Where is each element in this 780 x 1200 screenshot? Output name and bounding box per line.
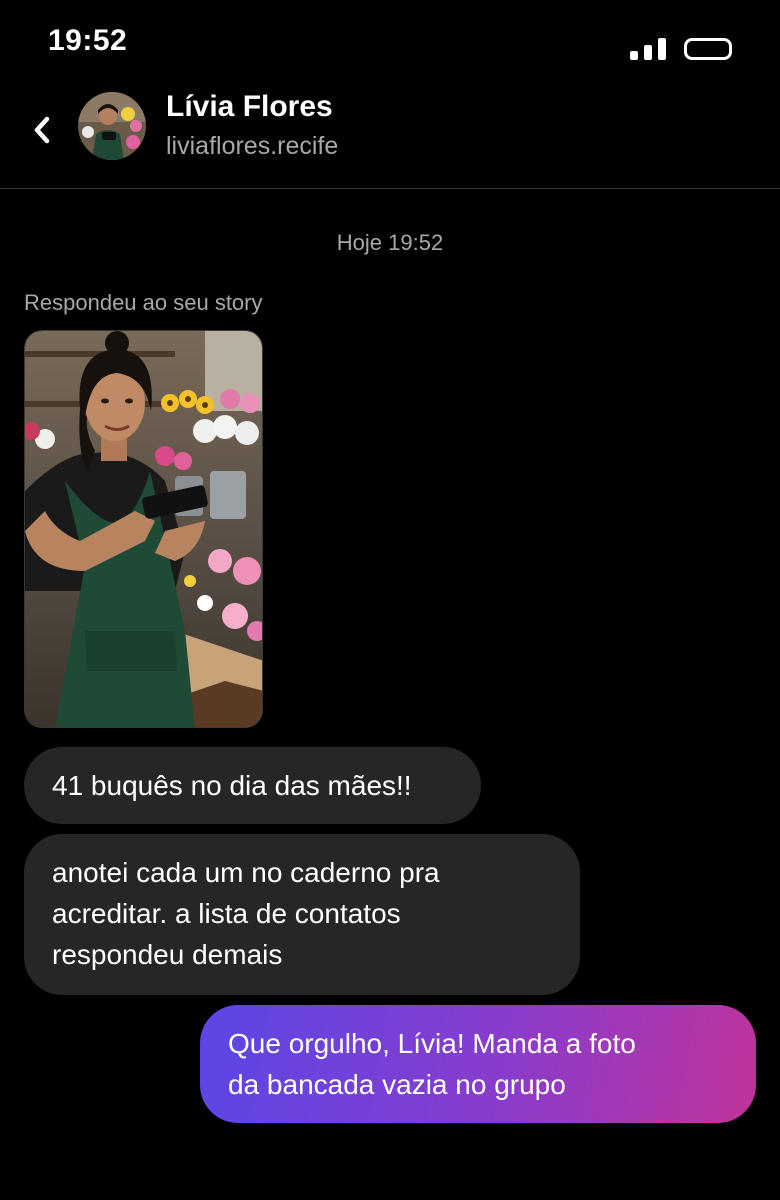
story-reply-label: Respondeu ao seu story	[24, 290, 263, 315]
back-button[interactable]	[24, 108, 60, 152]
status-bar: 19:52	[0, 0, 780, 80]
chat-header: Lívia Flores liviaflores.recife	[0, 80, 780, 189]
message-bubble-incoming[interactable]: anotei cada um no caderno pra acreditar.…	[24, 834, 580, 995]
status-time: 19:52	[48, 24, 128, 57]
contact-name[interactable]: Lívia Flores	[166, 90, 333, 124]
signal-bars-icon	[630, 38, 668, 60]
contact-avatar[interactable]	[78, 92, 146, 160]
story-thumbnail[interactable]	[24, 330, 263, 728]
chevron-left-icon	[34, 116, 50, 144]
message-bubble-incoming[interactable]: 41 buquês no dia das mães!!	[24, 747, 481, 824]
message-bubble-outgoing[interactable]: Que orgulho, Lívia! Manda a foto da banc…	[200, 1005, 756, 1123]
contact-handle: liviaflores.recife	[166, 132, 339, 160]
dm-screen: 19:52 Lívia Flores liviaflores.recife Ho…	[0, 0, 780, 1200]
message-timestamp: Hoje 19:52	[336, 230, 444, 255]
battery-icon	[684, 38, 732, 60]
